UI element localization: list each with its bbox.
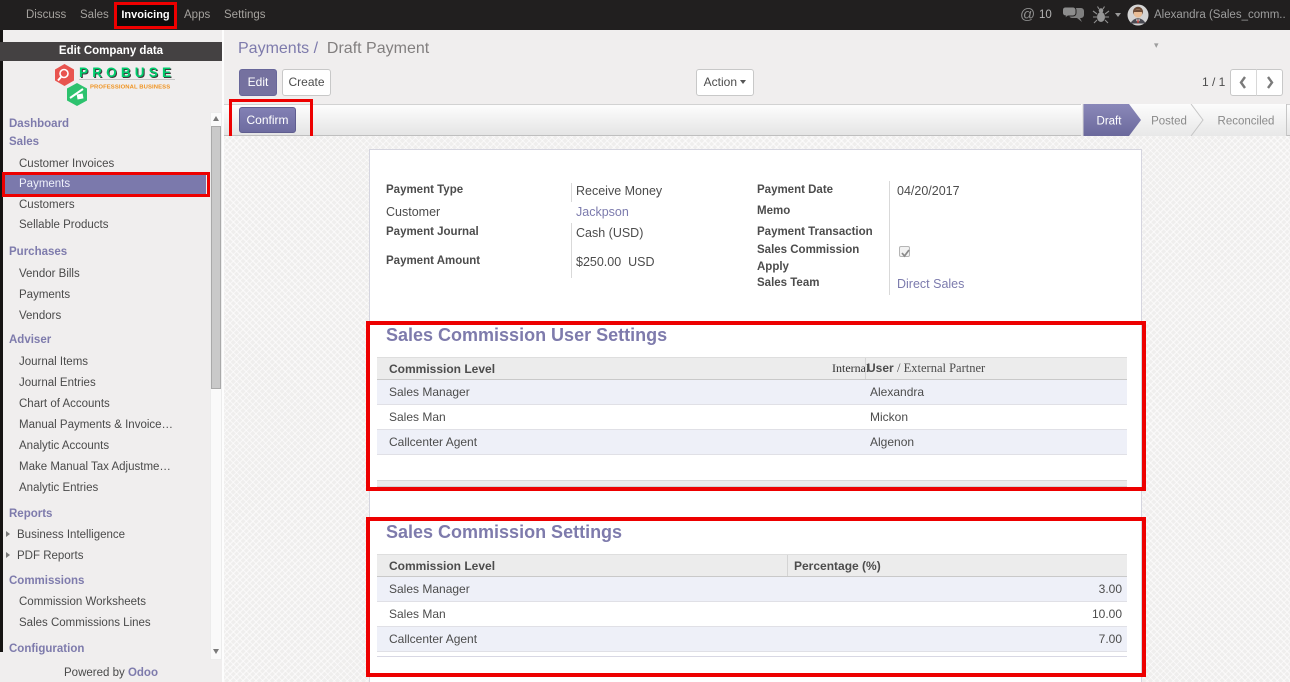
svg-text:PROBUSE: PROBUSE bbox=[79, 65, 175, 80]
svg-text:Posted: Posted bbox=[1151, 116, 1187, 128]
svg-text:Draft: Draft bbox=[1097, 116, 1123, 128]
svg-text:PROFESSIONAL BUSINESS: PROFESSIONAL BUSINESS bbox=[90, 85, 170, 91]
svg-text:Reconciled: Reconciled bbox=[1218, 116, 1275, 128]
